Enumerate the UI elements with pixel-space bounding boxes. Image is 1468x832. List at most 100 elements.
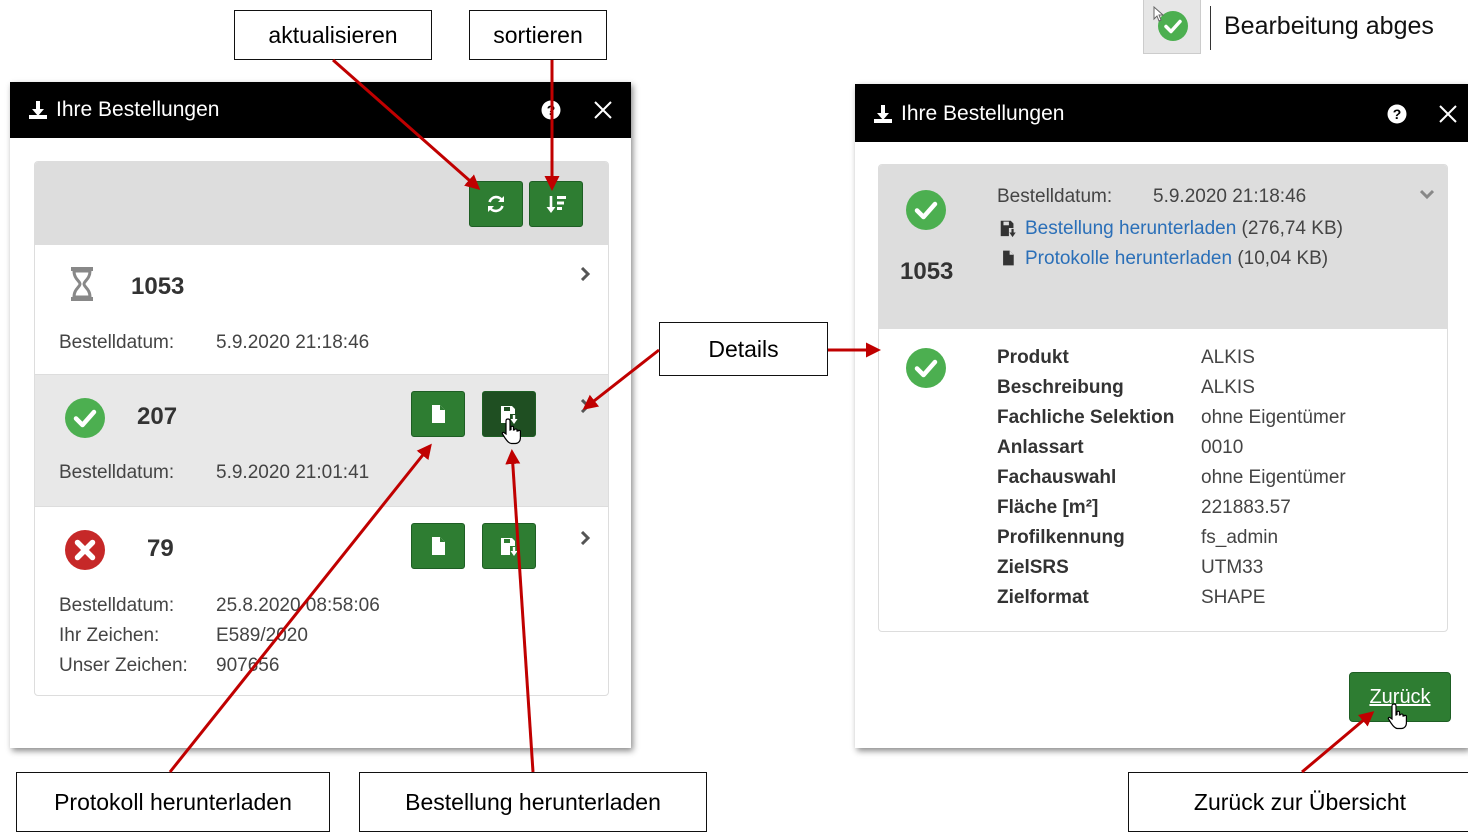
order-number: 1053 [131, 273, 185, 300]
floppy-download-icon [501, 538, 518, 556]
detail-row: ohne Eigentümer [1201, 463, 1346, 493]
detail-row: ZielSRS [997, 553, 1069, 583]
detail-key: Zielformat [997, 587, 1089, 608]
callout-sort: sortieren [469, 10, 607, 60]
order-date: 5.9.2020 21:01:41 [216, 462, 370, 483]
chevron-right-icon[interactable] [578, 531, 592, 545]
hand-cursor-icon [501, 418, 521, 445]
detail-key: ZielSRS [997, 557, 1069, 578]
detail-value: 221883.57 [1201, 497, 1291, 518]
chevron-down-icon[interactable] [1420, 187, 1434, 201]
refresh-button[interactable] [469, 181, 523, 227]
order-number: 1053 [900, 258, 954, 285]
detail-key: Anlassart [997, 437, 1084, 458]
detail-key: Profilkennung [997, 527, 1125, 548]
detail-row: fs_admin [1201, 523, 1278, 553]
detail-value: ALKIS [1201, 377, 1255, 398]
x-circle-icon [65, 530, 105, 570]
order-ref: E589/2020 [216, 625, 308, 646]
order-detail-card: 1053 Bestelldatum: 5.9.2020 21:18:46 Bes… [878, 164, 1448, 632]
callout-protocol: Protokoll herunterladen [16, 772, 330, 832]
detail-row: Anlassart [997, 433, 1084, 463]
detail-key: Beschreibung [997, 377, 1124, 398]
chevron-right-icon[interactable] [578, 399, 592, 413]
floppy-download-icon [1000, 220, 1016, 238]
detail-row: Beschreibung [997, 373, 1124, 403]
download-protocol-link[interactable]: Protokolle herunterladen [1025, 248, 1232, 269]
close-icon[interactable] [593, 100, 613, 120]
refresh-icon [488, 195, 504, 213]
order-item-79[interactable]: 79 Bestelldatum: 25.8.2020 08:58:06 Ihr … [35, 506, 608, 695]
detail-row: Produkt [997, 343, 1069, 373]
detail-row: Fläche [m²] [997, 493, 1098, 523]
question-circle-icon[interactable]: ? [541, 100, 561, 120]
sort-icon [546, 196, 566, 213]
status-legend-label: Bearbeitung abges [1224, 12, 1434, 40]
detail-row: SHAPE [1201, 583, 1265, 613]
download-order-row: Bestellung herunterladen (276,74 KB) [1025, 218, 1343, 240]
panel-header: Ihre Bestellungen ? [855, 84, 1468, 142]
order-date-label: Bestelldatum: [59, 595, 175, 616]
callout-back: Zurück zur Übersicht [1128, 772, 1468, 832]
order-number: 79 [147, 535, 174, 562]
question-circle-icon[interactable]: ? [1387, 104, 1407, 124]
close-icon[interactable] [1438, 104, 1458, 124]
download-protocol-size: (10,04 KB) [1237, 248, 1329, 269]
callout-refresh: aktualisieren [234, 10, 432, 60]
orders-panel-right: Ihre Bestellungen ? 1053 Bestelldatum: 5… [855, 84, 1468, 748]
detail-value: SHAPE [1201, 587, 1266, 608]
order-detail-summary: 1053 Bestelldatum: 5.9.2020 21:18:46 Bes… [879, 165, 1447, 329]
detail-value: 0010 [1201, 437, 1244, 458]
panel-header: Ihre Bestellungen ? [10, 82, 631, 138]
download-protocol-button[interactable] [411, 523, 465, 569]
detail-row: Fachauswahl [997, 463, 1116, 493]
detail-row: ALKIS [1201, 343, 1255, 373]
callout-details: Details [659, 322, 828, 376]
detail-key: Fachauswahl [997, 467, 1117, 488]
cursor-arrow-icon [1153, 6, 1165, 22]
detail-value: ALKIS [1201, 347, 1255, 368]
detail-value: ohne Eigentümer [1201, 467, 1346, 488]
detail-row: Zielformat [997, 583, 1089, 613]
order-date-label: Bestelldatum: [59, 332, 175, 353]
sort-button[interactable] [529, 181, 583, 227]
check-circle-icon [906, 190, 946, 230]
download-order-size: (276,74 KB) [1241, 218, 1343, 239]
order-date: 5.9.2020 21:18:46 [216, 332, 370, 353]
detail-row: 0010 [1201, 433, 1243, 463]
detail-value: UTM33 [1201, 557, 1264, 578]
callout-order: Bestellung herunterladen [359, 772, 707, 832]
order-item-207[interactable]: 207 Bestelldatum: 5.9.2020 21:01:41 [35, 374, 608, 507]
hourglass-icon [71, 267, 93, 301]
chevron-right-icon[interactable] [578, 267, 592, 281]
check-circle-icon [906, 348, 946, 388]
order-item-1053[interactable]: 1053 Bestelldatum: 5.9.2020 21:18:46 [35, 244, 608, 375]
detail-key: Fachliche Selektion [997, 407, 1175, 428]
svg-text:?: ? [547, 102, 556, 118]
detail-key: Fläche [m²] [997, 497, 1099, 518]
detail-value: ohne Eigentümer [1201, 407, 1346, 428]
hand-cursor-icon [1387, 703, 1407, 730]
detail-row: ohne Eigentümer [1201, 403, 1346, 433]
order-list: 1053 Bestelldatum: 5.9.2020 21:18:46 207… [34, 161, 609, 696]
detail-row: UTM33 [1201, 553, 1263, 583]
orders-panel-left: Ihre Bestellungen ? 1053 Bestelldatum: 5… [10, 82, 631, 748]
detail-key: Produkt [997, 347, 1069, 368]
file-icon [1003, 250, 1014, 266]
check-circle-icon [65, 398, 105, 438]
order-ref-label: Ihr Zeichen: [59, 625, 160, 646]
order-our-ref: 907656 [216, 655, 280, 676]
order-date-label: Bestelldatum: [997, 186, 1113, 207]
download-order-link[interactable]: Bestellung herunterladen [1025, 218, 1236, 239]
order-date: 5.9.2020 21:18:46 [1153, 186, 1307, 207]
download-order-button[interactable] [482, 523, 536, 569]
order-our-ref-label: Unser Zeichen: [59, 655, 188, 676]
detail-value: fs_admin [1201, 527, 1279, 548]
detail-row: Profilkennung [997, 523, 1125, 553]
detail-row: 221883.57 [1201, 493, 1291, 523]
list-toolbar [35, 162, 608, 244]
detail-row: ALKIS [1201, 373, 1255, 403]
panel-title: Ihre Bestellungen [56, 98, 220, 121]
detail-row: Fachliche Selektion [997, 403, 1174, 433]
download-protocol-button[interactable] [411, 391, 465, 437]
